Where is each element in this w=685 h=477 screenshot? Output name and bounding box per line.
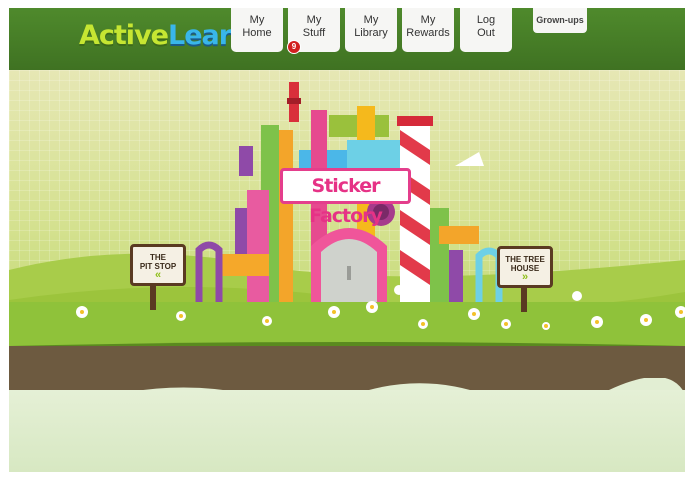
log-out-label-line2: Out (477, 27, 495, 39)
my-library-label-line1: My (363, 14, 379, 26)
log-out-label-line1: Log (476, 14, 496, 26)
arrow-right-icon: » (521, 271, 529, 283)
my-rewards-button[interactable]: My Rewards (402, 8, 454, 52)
grown-ups-button[interactable]: Grown-ups (533, 8, 587, 33)
log-out-button[interactable]: Log Out (460, 8, 512, 52)
my-rewards-label-line1: My (420, 14, 436, 26)
pit-stop-line1: THE (150, 253, 166, 262)
my-home-label-line1: My (249, 14, 265, 26)
notification-badge: 9 (287, 40, 301, 54)
my-stuff-label-line1: My (306, 14, 322, 26)
play-scene: Sticker Factory THE PIT STOP « THE TREE … (9, 70, 685, 472)
grass-strip (9, 302, 685, 348)
logo-text-active: Active (79, 20, 169, 51)
sticker-factory-sign[interactable]: Sticker Factory (280, 168, 411, 227)
active-learn-window: ActiveLearn My Home My Stuff 9 My Librar… (9, 8, 685, 472)
my-library-label-line2: Library (354, 27, 388, 39)
tree-house-sign[interactable]: THE TREE HOUSE » (497, 246, 553, 288)
arrow-left-icon: « (154, 269, 162, 281)
lower-area (9, 390, 685, 472)
my-home-button[interactable]: My Home (231, 8, 283, 52)
tree-house-line1: THE TREE (505, 255, 545, 264)
my-stuff-label-line2: Stuff (302, 27, 326, 39)
top-header: ActiveLearn My Home My Stuff 9 My Librar… (9, 8, 685, 70)
my-library-button[interactable]: My Library (345, 8, 397, 52)
pit-stop-sign[interactable]: THE PIT STOP « (130, 244, 186, 286)
my-rewards-label-line2: Rewards (406, 27, 450, 39)
cloud-icon (455, 152, 484, 166)
my-home-label-line2: Home (242, 27, 272, 39)
active-learn-logo[interactable]: ActiveLearn (79, 20, 250, 51)
